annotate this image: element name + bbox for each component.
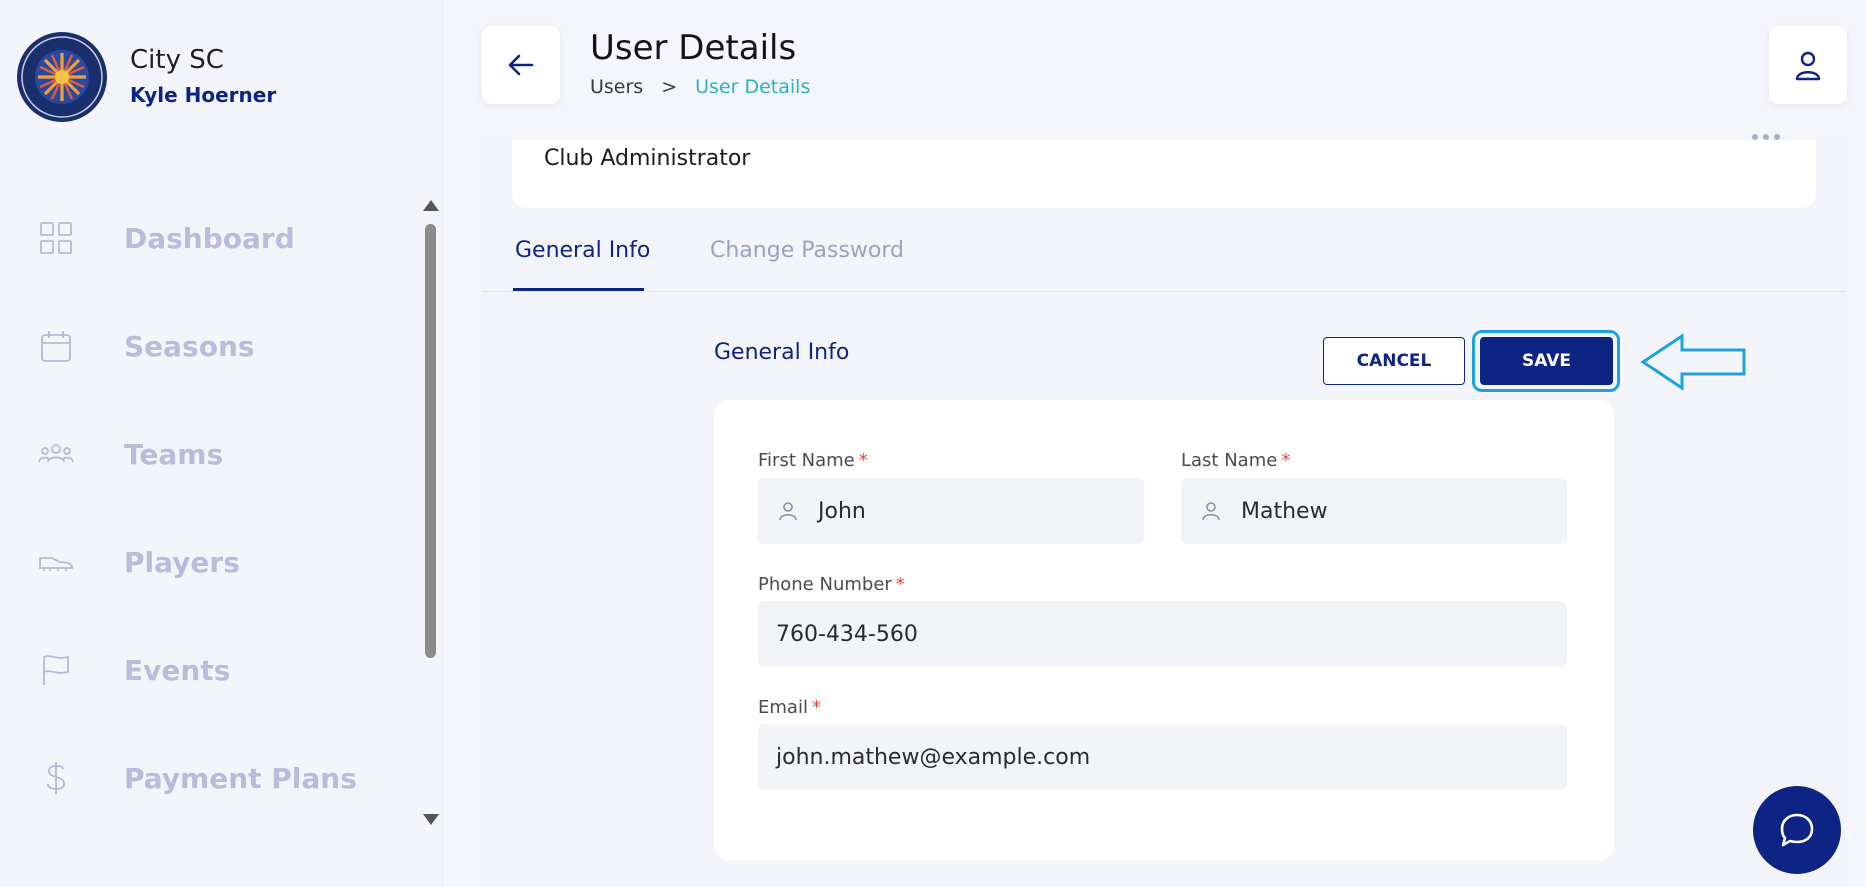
person-icon bbox=[1202, 502, 1220, 521]
first-name-label: First Name * bbox=[758, 450, 868, 471]
tab-change-password[interactable]: Change Password bbox=[710, 238, 904, 263]
sidebar-item-label: Events bbox=[124, 653, 231, 687]
sidebar-scrollbar[interactable] bbox=[421, 190, 441, 830]
sidebar-item-dashboard[interactable]: Dashboard bbox=[0, 184, 420, 292]
phone-label: Phone Number * bbox=[758, 574, 905, 595]
calendar-icon bbox=[41, 331, 71, 362]
user-role: Club Administrator bbox=[544, 146, 751, 171]
chat-button[interactable] bbox=[1753, 786, 1841, 874]
sidebar-item-label: Players bbox=[124, 545, 240, 579]
scrollbar-thumb[interactable] bbox=[425, 224, 436, 658]
breadcrumb: Users > User Details bbox=[590, 76, 810, 98]
last-name-field[interactable]: Mathew bbox=[1181, 478, 1567, 544]
person-icon bbox=[779, 502, 797, 521]
users-group-icon bbox=[38, 444, 74, 463]
flag-icon bbox=[43, 655, 69, 685]
sidebar-item-payment-plans[interactable]: Payment Plans bbox=[0, 724, 420, 832]
sidebar-item-players[interactable]: Players bbox=[0, 508, 420, 616]
section-title: General Info bbox=[714, 340, 850, 365]
sidebar-item-events[interactable]: Events bbox=[0, 616, 420, 724]
sidebar-item-label: Teams bbox=[124, 437, 224, 471]
tab-general-info[interactable]: General Info bbox=[515, 238, 650, 263]
club-logo bbox=[16, 31, 108, 123]
first-name-value: John bbox=[818, 498, 866, 524]
club-name: City SC bbox=[130, 45, 224, 75]
last-name-label: Last Name * bbox=[1181, 450, 1291, 471]
sidebar-item-teams[interactable]: Teams bbox=[0, 400, 420, 508]
general-info-form: First Name * John Last Name * Mathew Phone… bbox=[714, 400, 1614, 860]
chat-bubble-icon bbox=[1780, 813, 1814, 847]
email-label: Email * bbox=[758, 697, 821, 718]
sidebar-item-seasons[interactable]: Seasons bbox=[0, 292, 420, 400]
breadcrumb-separator: > bbox=[661, 76, 678, 98]
email-field[interactable]: john.mathew@example.com bbox=[758, 724, 1567, 790]
back-button[interactable] bbox=[482, 26, 560, 104]
sidebar-item-label: Dashboard bbox=[124, 221, 295, 255]
brand: City SC Kyle Hoerner bbox=[16, 31, 276, 123]
save-button[interactable]: SAVE bbox=[1480, 337, 1613, 385]
profile-button[interactable] bbox=[1769, 26, 1847, 104]
breadcrumb-users-link[interactable]: Users bbox=[590, 76, 643, 98]
sidebar-item-label: Payment Plans bbox=[124, 761, 357, 795]
breadcrumb-current: User Details bbox=[695, 76, 811, 98]
tabs: General Info Change Password bbox=[482, 228, 1846, 292]
scroll-down-icon[interactable] bbox=[423, 814, 439, 825]
scroll-up-icon[interactable] bbox=[423, 200, 439, 211]
user-name: Kyle Hoerner bbox=[130, 83, 277, 107]
cancel-button[interactable]: CANCEL bbox=[1323, 337, 1465, 385]
brand-text: City SC Kyle Hoerner bbox=[130, 44, 276, 110]
grid-icon bbox=[40, 222, 72, 254]
dollar-icon bbox=[47, 762, 65, 794]
last-name-value: Mathew bbox=[1241, 498, 1328, 524]
arrow-left-annotation-icon bbox=[1640, 333, 1746, 391]
sidebar-item-label: Seasons bbox=[124, 329, 255, 363]
active-tab-indicator bbox=[513, 288, 644, 291]
phone-field[interactable]: 760-434-560 bbox=[758, 601, 1567, 667]
phone-value: 760-434-560 bbox=[776, 621, 918, 647]
first-name-field[interactable]: John bbox=[758, 478, 1144, 544]
email-value: john.mathew@example.com bbox=[776, 744, 1091, 770]
sidebar-nav: Dashboard Seasons Teams Players Events P… bbox=[0, 184, 420, 832]
cleat-icon bbox=[39, 557, 73, 571]
more-options-icon[interactable] bbox=[1752, 134, 1780, 140]
role-card: Club Administrator bbox=[512, 134, 1816, 208]
user-icon bbox=[1795, 51, 1821, 81]
page-title: User Details bbox=[590, 28, 797, 68]
sidebar: City SC Kyle Hoerner Dashboard Seasons T… bbox=[0, 0, 443, 887]
arrow-left-icon bbox=[508, 54, 534, 76]
